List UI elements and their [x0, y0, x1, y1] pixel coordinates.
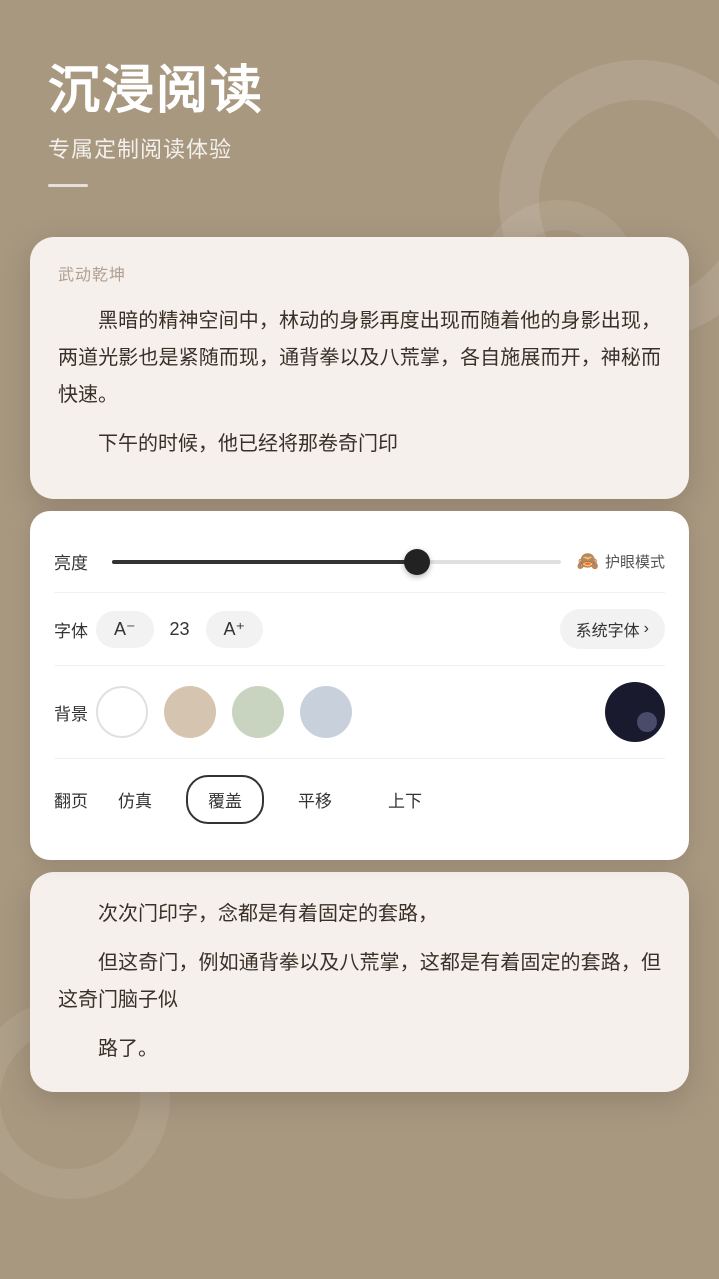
header-divider [48, 184, 88, 187]
bg-color-blue[interactable] [300, 686, 352, 738]
page-option-scroll[interactable]: 上下 [366, 775, 444, 824]
content-para-2: 下午的时候，他已经将那卷奇门印 [58, 426, 661, 463]
eye-mode-label: 护眼模式 [605, 551, 665, 572]
page-turn-options: 仿真 覆盖 平移 上下 [96, 775, 665, 824]
bg-color-dark[interactable] [605, 682, 665, 742]
page-turn-row: 翻页 仿真 覆盖 平移 上下 [54, 759, 665, 840]
page-title: 沉浸阅读 [48, 60, 671, 122]
bottom-para-2: 但这奇门，例如通背拳以及八荒掌，这都是有着固定的套路，但这奇门脑子似 [58, 945, 661, 1019]
bottom-text-content: 次次门印字，念都是有着固定的套路， 但这奇门，例如通背拳以及八荒掌，这都是有着固… [58, 896, 661, 1068]
font-decrease-button[interactable]: A⁻ [96, 611, 154, 648]
brightness-slider[interactable] [112, 560, 561, 564]
bottom-para-1: 次次门印字，念都是有着固定的套路， [58, 896, 661, 933]
font-family-label: 系统字体 [576, 617, 640, 641]
bottom-text-card: 次次门印字，念都是有着固定的套路， 但这奇门，例如通背拳以及八荒掌，这都是有着固… [30, 872, 689, 1092]
content-para-1: 黑暗的精神空间中，林动的身影再度出现而随着他的身影出现，两道光影也是紧随而现，通… [58, 303, 661, 414]
bg-color-beige[interactable] [164, 686, 216, 738]
page-option-slide[interactable]: 平移 [276, 775, 354, 824]
eye-mode-control[interactable]: 🙈 护眼模式 [577, 551, 665, 572]
bg-color-white[interactable] [96, 686, 148, 738]
reader-card: 武动乾坤 黑暗的精神空间中，林动的身影再度出现而随着他的身影出现，两道光影也是紧… [30, 237, 689, 499]
eye-icon: 🙈 [577, 551, 599, 572]
bg-color-options [96, 682, 665, 742]
header: 沉浸阅读 专属定制阅读体验 [0, 0, 719, 217]
page-option-cover[interactable]: 覆盖 [186, 775, 264, 824]
page-turn-label: 翻页 [54, 787, 96, 812]
chevron-right-icon: › [644, 620, 649, 638]
bg-label: 背景 [54, 700, 96, 725]
brightness-row: 亮度 🙈 护眼模式 [54, 531, 665, 593]
page-option-simulated[interactable]: 仿真 [96, 775, 174, 824]
font-row: 字体 A⁻ 23 A⁺ 系统字体 › [54, 593, 665, 666]
bg-color-green[interactable] [232, 686, 284, 738]
settings-panel: 亮度 🙈 护眼模式 字体 A⁻ 23 A⁺ 系统字体 › 背景 [30, 511, 689, 860]
bottom-para-3: 路了。 [58, 1031, 661, 1068]
brightness-label: 亮度 [54, 549, 96, 574]
book-content: 黑暗的精神空间中，林动的身影再度出现而随着他的身影出现，两道光影也是紧随而现，通… [58, 303, 661, 463]
book-title: 武动乾坤 [58, 261, 661, 285]
slider-thumb[interactable] [404, 549, 430, 575]
font-controls: A⁻ 23 A⁺ 系统字体 › [96, 609, 665, 649]
font-increase-button[interactable]: A⁺ [206, 611, 264, 648]
font-size-value: 23 [166, 619, 194, 640]
font-family-button[interactable]: 系统字体 › [560, 609, 665, 649]
slider-fill [112, 560, 417, 564]
font-label: 字体 [54, 617, 96, 642]
background-row: 背景 [54, 666, 665, 759]
page-subtitle: 专属定制阅读体验 [48, 132, 671, 164]
